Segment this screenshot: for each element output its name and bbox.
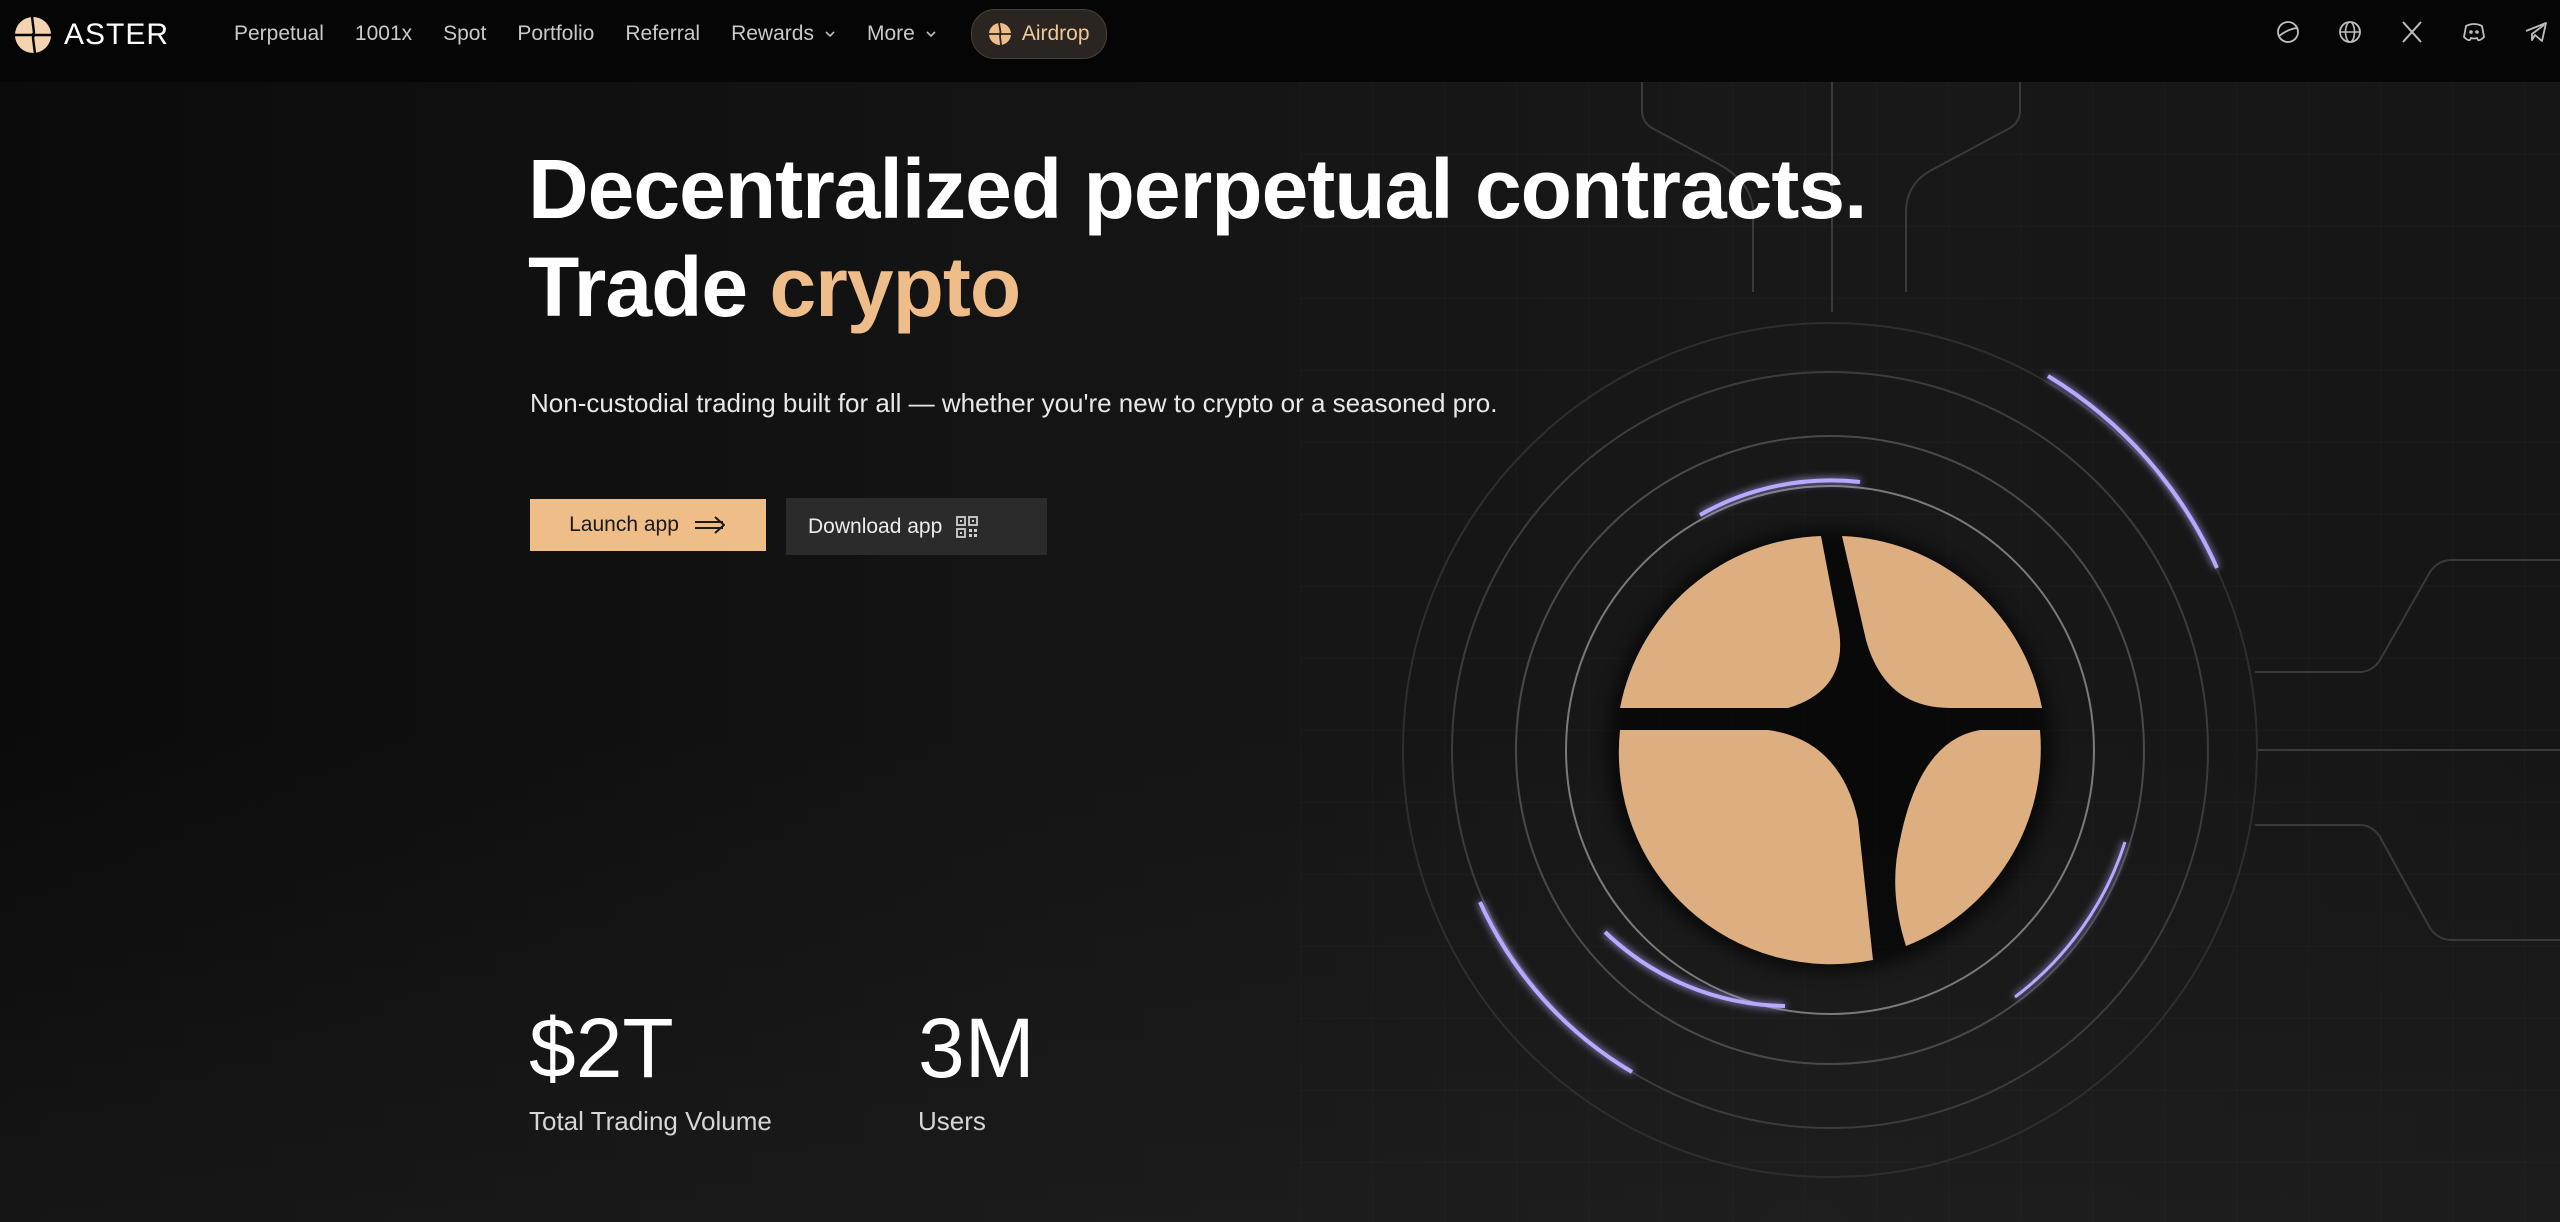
nav-link-label: Portfolio (517, 22, 595, 45)
x-icon (2402, 21, 2422, 43)
hero-title: Decentralized perpetual contracts. Trade… (528, 140, 1867, 336)
nav-icons (2240, 18, 2550, 46)
theme-icon (2277, 21, 2299, 43)
stat-trading-volume: $2T Total Trading Volume (529, 1000, 772, 1137)
download-app-label: Download app (808, 514, 943, 538)
stat-value: 3M (918, 1001, 1035, 1095)
globe-icon (2339, 21, 2361, 43)
nav-link-rewards[interactable]: Rewards (731, 22, 836, 46)
hero-title-prefix: Trade (528, 240, 748, 334)
stat-label: Users (918, 1106, 986, 1136)
nav-link-label: Rewards (731, 22, 814, 45)
stat-value: $2T (529, 1001, 674, 1095)
x-link[interactable] (2398, 18, 2426, 46)
hero-title-line2: Trade crypto (528, 238, 1866, 336)
chevron-down-icon (825, 31, 835, 38)
stat-label: Total Trading Volume (529, 1106, 772, 1136)
hero-subtitle: Non-custodial trading built for all — wh… (530, 388, 1498, 418)
nav-link-more[interactable]: More (867, 22, 937, 46)
nav-link-label: Spot (443, 22, 487, 45)
hero-title-accent: crypto (769, 240, 1021, 334)
logo-text: ASTER (64, 18, 170, 51)
download-app-button[interactable]: Download app (786, 498, 1047, 555)
hero-title-line1: Decentralized perpetual contracts. (528, 142, 1867, 236)
nav-link-label: Perpetual (234, 22, 324, 45)
logo[interactable]: ASTER (14, 16, 169, 54)
top-nav: ASTER Perpetual 1001x Spot Portfolio Ref… (0, 0, 2560, 82)
discord-icon (2463, 23, 2485, 42)
stat-users: 3M Users (918, 1000, 1035, 1137)
launch-app-button[interactable]: Launch app (530, 499, 766, 551)
nav-link-1001x[interactable]: 1001x (355, 22, 412, 46)
language-button[interactable] (2336, 18, 2364, 46)
telegram-link[interactable] (2522, 18, 2550, 46)
telegram-icon (2525, 22, 2547, 42)
nav-link-label: Referral (625, 22, 701, 45)
nav-link-label: 1001x (354, 22, 413, 45)
nav-link-referral[interactable]: Referral (625, 22, 700, 46)
nav-link-portfolio[interactable]: Portfolio (517, 22, 594, 46)
theme-toggle[interactable] (2274, 18, 2302, 46)
nav-link-perpetual[interactable]: Perpetual (234, 22, 324, 46)
discord-link[interactable] (2460, 18, 2488, 46)
qr-code-icon (956, 515, 979, 538)
airdrop-button[interactable]: Airdrop (970, 9, 1107, 59)
aster-coin-icon (988, 22, 1011, 46)
nav-links: Perpetual 1001x Spot Portfolio Referral … (234, 0, 1107, 68)
chevron-down-icon (926, 31, 936, 38)
page: ASTER Perpetual 1001x Spot Portfolio Ref… (0, 0, 2560, 1222)
arrow-right-icon (694, 516, 725, 534)
nav-link-label: More (866, 22, 915, 45)
launch-app-label: Launch app (569, 513, 679, 536)
aster-logo-icon (14, 16, 52, 54)
airdrop-label: Airdrop (1021, 22, 1090, 45)
nav-link-spot[interactable]: Spot (443, 22, 486, 46)
